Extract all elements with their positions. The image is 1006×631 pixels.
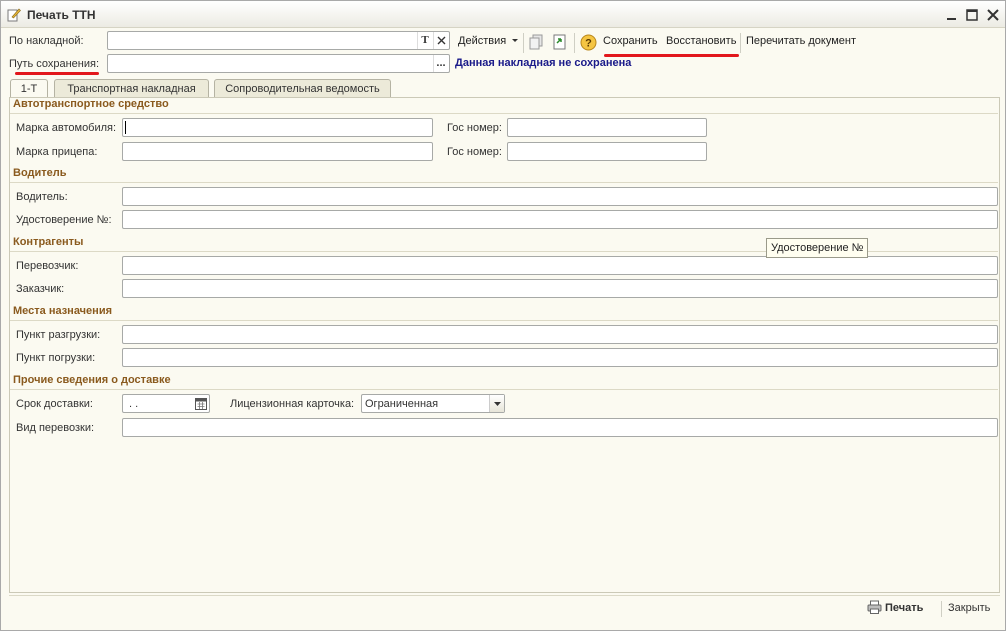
close-icon (987, 9, 999, 21)
transport-type-field[interactable] (122, 418, 998, 437)
status-message: Данная накладная не сохранена (455, 57, 632, 69)
invoice-label: По накладной: (9, 35, 84, 47)
trailer-brand-field[interactable] (122, 142, 433, 161)
close-window-button[interactable] (985, 7, 1001, 23)
delivery-term-field[interactable]: . . (122, 394, 210, 413)
license-card-label: Лицензионная карточка: (230, 398, 355, 410)
reread-document-button[interactable]: Перечитать документ (746, 35, 856, 47)
section-other-info: Прочие сведения о доставке (13, 374, 171, 386)
annotation-underline-save (604, 54, 739, 57)
export-document-icon[interactable] (551, 33, 569, 51)
trailer-brand-label: Марка прицепа: (16, 146, 98, 158)
tab-1t[interactable]: 1-Т (10, 79, 48, 99)
unload-point-field[interactable] (122, 325, 998, 344)
text-t-icon: T (421, 34, 429, 46)
carrier-label: Перевозчик: (16, 260, 79, 272)
delivery-term-value: . . (129, 398, 139, 410)
car-brand-field[interactable] (122, 118, 433, 137)
help-icon[interactable]: ? (580, 34, 597, 51)
license-label: Удостоверение №: (16, 214, 112, 226)
save-path-label: Путь сохранения: (9, 58, 100, 70)
svg-text:?: ? (585, 38, 592, 50)
dropdown-arrow-icon (494, 402, 501, 406)
minimize-icon (947, 18, 956, 20)
actions-label: Действия (458, 35, 507, 47)
clear-x-icon (437, 36, 446, 45)
customer-field[interactable] (122, 279, 998, 298)
carrier-field[interactable] (122, 256, 998, 275)
maximize-icon (966, 9, 978, 21)
load-point-label: Пункт погрузки: (16, 352, 96, 364)
tooltip: Удостоверение № (766, 238, 869, 258)
calendar-icon[interactable] (194, 396, 208, 411)
close-button[interactable]: Закрыть (948, 602, 990, 614)
tab-panel (9, 97, 1000, 593)
license-card-value: Ограниченная (365, 398, 439, 410)
text-cursor (125, 121, 126, 134)
bottom-bar (9, 595, 1000, 623)
browse-button[interactable]: ... (433, 55, 448, 72)
license-field[interactable] (122, 210, 998, 229)
trailer-plate-label: Гос номер: (447, 146, 502, 158)
transport-type-label: Вид перевозки: (16, 422, 95, 434)
section-divider (10, 320, 998, 321)
license-card-select[interactable]: Ограниченная (361, 394, 505, 413)
section-driver: Водитель (13, 167, 67, 179)
tab-accompanying-statement[interactable]: Сопроводительная ведомость (214, 79, 391, 98)
delivery-term-label: Срок доставки: (16, 398, 93, 410)
print-button[interactable]: Печать (867, 600, 923, 618)
print-label: Печать (885, 602, 924, 614)
license-card-dropdown[interactable] (489, 395, 504, 412)
actions-menu[interactable]: Действия (458, 35, 519, 47)
clear-button[interactable] (433, 32, 448, 49)
dropdown-arrow-icon (512, 39, 519, 42)
section-divider (10, 113, 998, 114)
unload-point-label: Пункт разгрузки: (16, 329, 101, 341)
tab-transport-invoice[interactable]: Транспортная накладная (54, 79, 209, 98)
annotation-underline-path (15, 72, 99, 75)
minimize-button[interactable] (944, 7, 960, 23)
section-divider (10, 182, 998, 183)
printer-icon (867, 600, 882, 614)
section-divider (10, 389, 998, 390)
toolbar-separator (574, 33, 575, 53)
toolbar-separator (740, 33, 741, 53)
driver-label: Водитель: (16, 191, 68, 203)
car-plate-field[interactable] (507, 118, 707, 137)
driver-field[interactable] (122, 187, 998, 206)
save-button[interactable]: Сохранить (603, 35, 658, 47)
window-title: Печать ТТН (27, 8, 96, 22)
car-brand-label: Марка автомобиля: (16, 122, 117, 134)
load-point-field[interactable] (122, 348, 998, 367)
text-edit-button[interactable]: T (417, 32, 432, 49)
maximize-button[interactable] (964, 7, 980, 23)
car-plate-label: Гос номер: (447, 122, 502, 134)
customer-label: Заказчик: (16, 283, 65, 295)
footer-separator (941, 601, 942, 617)
section-vehicle: Автотранспортное средство (13, 98, 169, 110)
restore-button[interactable]: Восстановить (666, 35, 736, 47)
print-ttn-window: Печать ТТН По накладной: T Путь сохранен… (0, 0, 1006, 631)
section-destinations: Места назначения (13, 305, 112, 317)
copy-document-icon[interactable] (528, 33, 546, 51)
document-edit-icon (7, 8, 21, 22)
invoice-field[interactable]: T (107, 31, 450, 50)
trailer-plate-field[interactable] (507, 142, 707, 161)
toolbar-separator (523, 33, 524, 53)
save-path-field[interactable]: ... (107, 54, 450, 73)
title-bar: Печать ТТН (1, 1, 1005, 28)
section-counterparties: Контрагенты (13, 236, 84, 248)
